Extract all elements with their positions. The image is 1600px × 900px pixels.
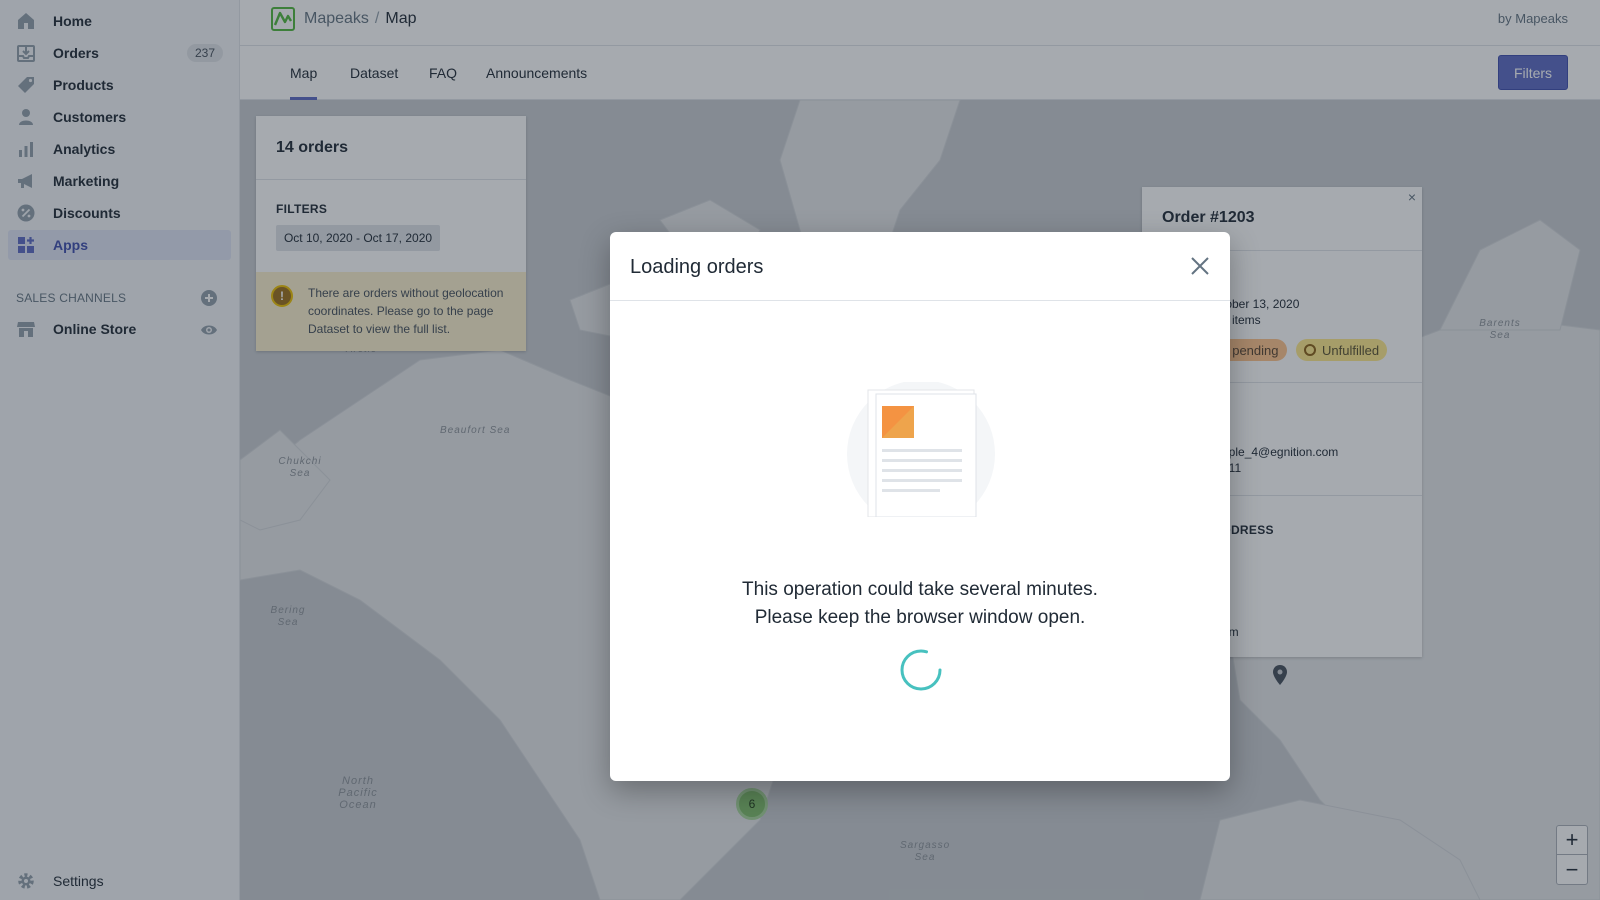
modal-title: Loading orders — [610, 232, 1230, 301]
modal-message-line1: This operation could take several minute… — [742, 579, 1098, 600]
modal-message-line2: Please keep the browser window open. — [754, 607, 1086, 628]
modal-message: This operation could take several minute… — [610, 576, 1230, 632]
loading-spinner-icon — [899, 648, 943, 692]
close-icon[interactable] — [1188, 254, 1212, 278]
loading-orders-modal: Loading orders This operation could take… — [610, 232, 1230, 781]
document-illustration-icon — [846, 380, 996, 528]
